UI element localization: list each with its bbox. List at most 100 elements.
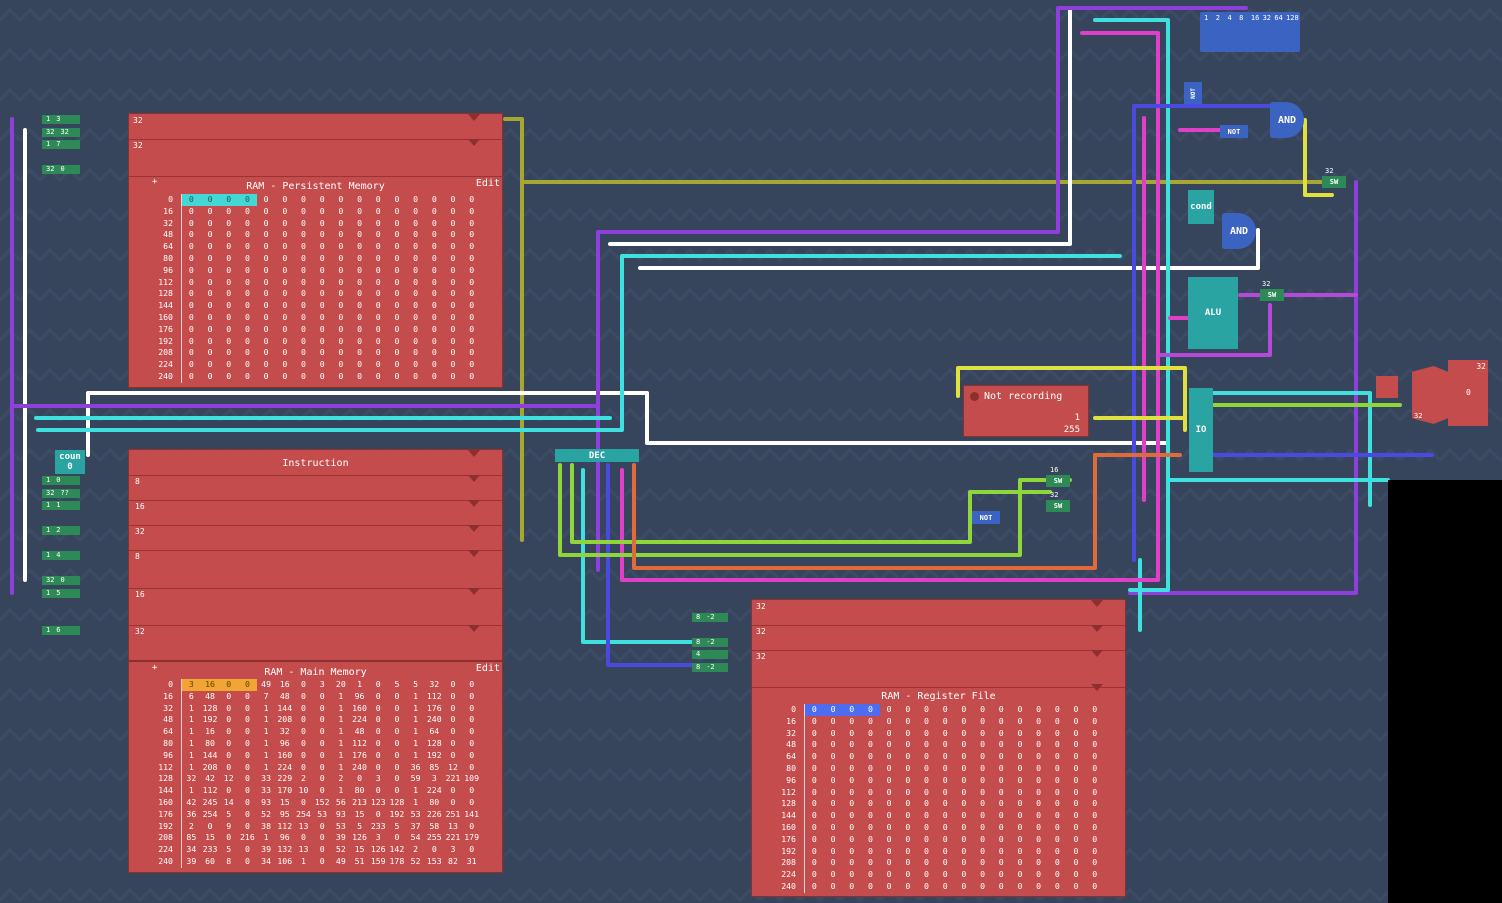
port-label: 32	[133, 116, 143, 125]
input-box[interactable]: 11	[42, 501, 80, 510]
memory-cell: 0	[226, 832, 232, 843]
input-box[interactable]: 8 -2	[692, 613, 728, 622]
memory-cell: 0	[924, 810, 929, 821]
memory-cell: 0	[226, 300, 232, 311]
recorder-panel[interactable]: Not recording 1 255	[963, 385, 1089, 437]
memory-cell: 3	[319, 679, 325, 689]
memory-cell: 0	[450, 785, 456, 796]
switch-width: 16	[1050, 466, 1059, 474]
memory-cell: 240	[352, 761, 367, 772]
output-display[interactable]: 32 0	[1448, 360, 1488, 426]
memory-row: 48 0 0 0 0 0 0 0 0 0 0 0 0 0 0 0 0	[139, 229, 481, 242]
memory-cell: 0	[413, 276, 419, 287]
input-box[interactable]: 32??	[42, 489, 80, 498]
memory-cell: 15	[354, 844, 365, 855]
memory-cell: 1	[338, 785, 344, 796]
input-box[interactable]: 4	[692, 650, 728, 659]
bit-input-panel[interactable]: 1 2 4 8 16 32 64 128	[1200, 12, 1300, 52]
memory-cell: 0	[375, 761, 381, 772]
memory-cell: 0	[849, 751, 855, 762]
memory-cell: 0	[319, 205, 325, 216]
cond-component[interactable]: cond	[1188, 190, 1214, 224]
memory-cell: 0	[849, 739, 855, 750]
edit-button[interactable]: Edit	[476, 178, 500, 189]
edit-button[interactable]: Edit	[476, 663, 500, 674]
not-gate[interactable]: NOT	[972, 511, 1000, 524]
input-box[interactable]: 12	[42, 526, 80, 535]
decoder[interactable]: DEC	[555, 449, 639, 462]
memory-cell: 112	[277, 820, 293, 831]
memory-cell: 1	[413, 726, 419, 737]
switch[interactable]: SW	[1322, 176, 1346, 188]
memory-cell: 142	[389, 844, 405, 855]
input-box[interactable]: 17	[42, 140, 80, 149]
input-box[interactable]: 8 -2	[692, 663, 728, 672]
memory-cell: 0	[469, 785, 475, 796]
memory-cell: 0	[998, 857, 1004, 868]
memory-cell: 0	[244, 217, 250, 228]
memory-cell: 0	[338, 323, 344, 334]
memory-cell: 0	[282, 323, 288, 334]
input-box[interactable]: 10	[42, 476, 80, 485]
switch[interactable]: SW	[1046, 500, 1070, 512]
memory-cell: 39	[186, 855, 197, 866]
memory-cell: 0	[1073, 869, 1079, 880]
memory-cell: 0	[469, 252, 475, 263]
input-box[interactable]: 32 0	[42, 165, 80, 174]
memory-cell: 0	[905, 727, 911, 738]
row-address: 48	[139, 229, 182, 242]
ram-instruction[interactable]: Instruction 8 16 32 8 16 32	[128, 449, 503, 661]
ram-register-file[interactable]: 32 32 32 RAM - Register File 00000000000…	[751, 599, 1126, 897]
alu-component[interactable]: ALU	[1188, 277, 1238, 349]
memory-cell: 0	[207, 276, 213, 287]
counter[interactable]: coun 0	[55, 450, 85, 474]
memory-cell: 6	[188, 690, 194, 701]
memory-cell: 0	[469, 702, 475, 713]
io-component[interactable]: IO	[1189, 388, 1213, 472]
memory-cell: 0	[188, 252, 194, 263]
memory-cell: 0	[1073, 810, 1079, 821]
port-label: 32	[135, 527, 145, 536]
memory-cell: 0	[1054, 762, 1060, 773]
not-gate[interactable]: NOT	[1184, 82, 1202, 104]
row-address: 0	[762, 704, 805, 716]
memory-cell: 0	[301, 335, 306, 346]
memory-cell: 0	[469, 300, 475, 311]
not-gate[interactable]: NOT	[1220, 125, 1248, 138]
input-box[interactable]: 16	[42, 626, 80, 635]
input-box[interactable]: 8 -2	[692, 638, 728, 647]
memory-cell: 0	[282, 347, 288, 358]
memory-cell: 0	[188, 264, 194, 275]
memory-cell: 0	[244, 229, 250, 240]
ram-main-memory[interactable]: + RAM - Main Memory Edit 0 3 16 0 0 49 16 0 3 20 1…	[128, 661, 503, 873]
memory-row: 0 3 16 0 0 49 16 0 3 20 1 0 5 5 32 0 0	[139, 679, 481, 691]
memory-cell: 0	[1054, 727, 1060, 738]
switch[interactable]: SW	[1046, 475, 1070, 487]
memory-cell: 0	[263, 335, 269, 346]
memory-cell: 109	[464, 773, 480, 784]
memory-cell: 38	[261, 820, 272, 831]
memory-cell: 0	[905, 739, 911, 750]
memory-cell: 0	[961, 845, 967, 856]
memory-cell: 15	[205, 832, 215, 843]
memory-cell: 0	[375, 229, 381, 240]
memory-cell: 0	[924, 751, 929, 762]
memory-cell: 5	[226, 844, 232, 855]
input-box[interactable]: 32 0	[42, 576, 80, 585]
record-icon[interactable]	[970, 392, 979, 401]
input-box[interactable]: 14	[42, 551, 80, 560]
input-box[interactable]: 32 32	[42, 128, 80, 137]
input-box[interactable]: 13	[42, 115, 80, 124]
ram-persistent-memory[interactable]: 32 32 + RAM - Persistent Memory Edit 000…	[128, 113, 503, 388]
small-register[interactable]	[1376, 376, 1398, 398]
memory-cell: 0	[244, 264, 250, 275]
switch[interactable]: SW	[1260, 289, 1284, 301]
memory-cell: 0	[867, 833, 873, 844]
bit-label: 128	[1286, 14, 1299, 22]
memory-cell: 0	[282, 311, 288, 322]
row-address: 112	[762, 786, 805, 799]
memory-cell: 1	[263, 726, 269, 737]
memory-cell: 0	[394, 737, 400, 748]
memory-cell: 1	[188, 749, 194, 760]
input-box[interactable]: 15	[42, 589, 80, 598]
